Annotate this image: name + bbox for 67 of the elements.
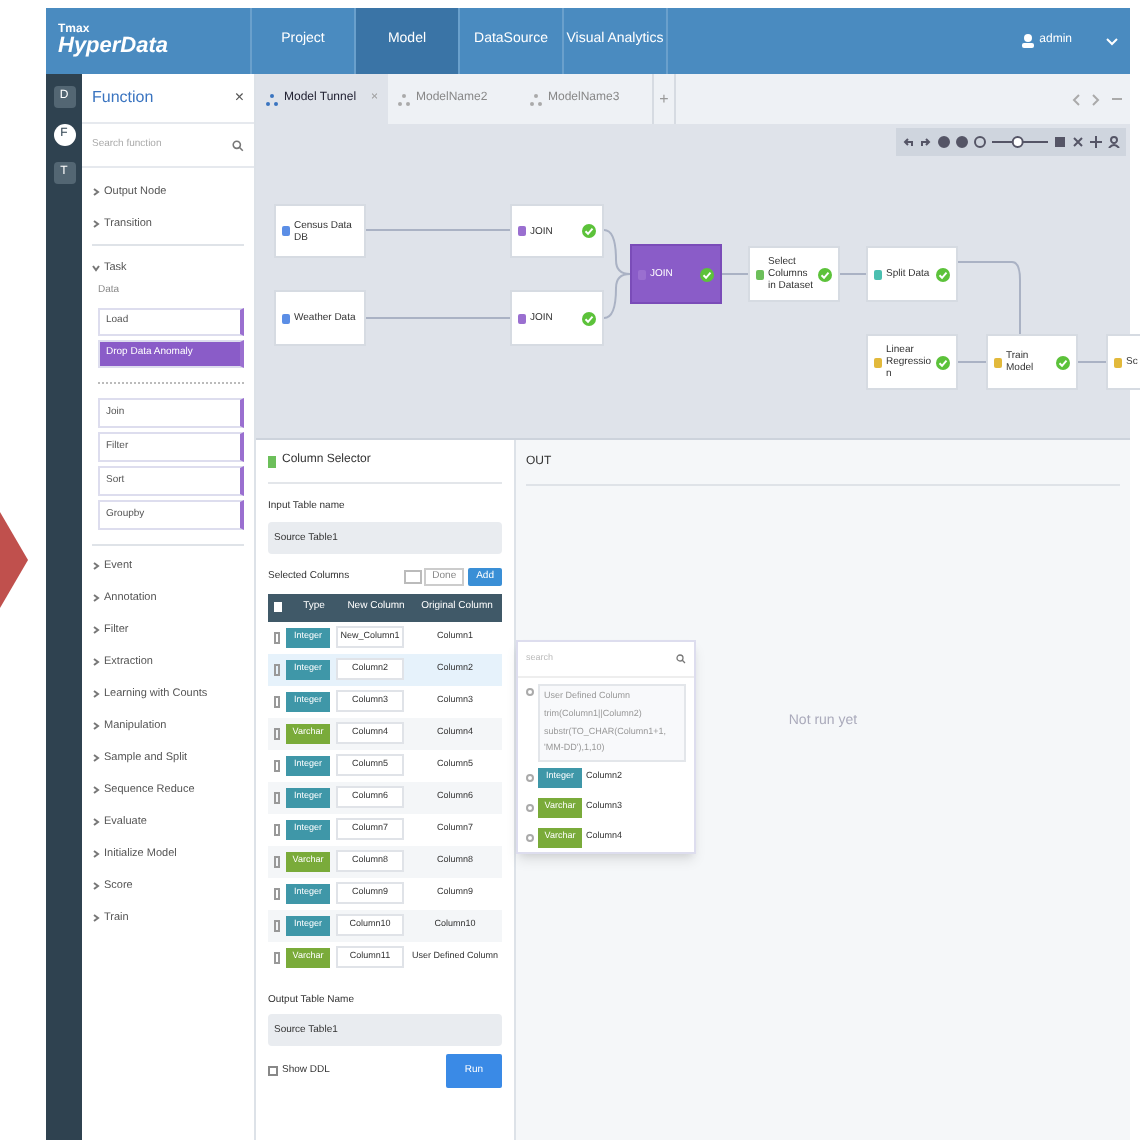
row-checkbox[interactable]	[274, 855, 280, 867]
node-type-icon	[282, 226, 290, 236]
chevron-right-icon	[92, 754, 100, 762]
radio-button[interactable]	[526, 803, 534, 811]
row-checkbox[interactable]	[274, 759, 280, 771]
logo: HyperData	[58, 36, 171, 58]
header-checkbox[interactable]	[274, 602, 282, 612]
model-icon	[530, 93, 542, 105]
chevron-right-icon	[92, 594, 100, 602]
chevron-right-icon	[92, 562, 100, 570]
grid-icon[interactable]	[1054, 136, 1066, 148]
row-checkbox[interactable]	[274, 919, 280, 931]
row-checkbox[interactable]	[274, 727, 280, 739]
row-checkbox[interactable]	[274, 663, 280, 675]
chevron-right-icon	[92, 188, 100, 196]
radio-button[interactable]	[526, 833, 534, 841]
node-type-icon	[282, 313, 290, 323]
undo-icon[interactable]	[902, 136, 914, 148]
chevron-right-icon[interactable]	[1092, 93, 1100, 105]
redo-icon[interactable]	[920, 136, 932, 148]
chevron-left-icon[interactable]	[1072, 93, 1080, 105]
connector-line	[603, 229, 631, 275]
node-type-icon	[518, 226, 526, 236]
chevron-right-icon	[92, 220, 100, 228]
user-icon[interactable]	[1108, 136, 1120, 148]
close-icon[interactable]	[1072, 136, 1084, 148]
row-checkbox[interactable]	[274, 791, 280, 803]
node-type-icon	[1114, 357, 1122, 367]
search-icon	[676, 654, 686, 664]
node-type-icon	[994, 357, 1002, 367]
search-icon	[232, 139, 244, 151]
zoom-slider[interactable]	[992, 136, 1048, 148]
chevron-right-icon	[92, 658, 100, 666]
chevron-down-icon[interactable]	[1106, 37, 1118, 45]
chevron-right-icon	[92, 626, 100, 634]
node-type-icon	[756, 269, 764, 279]
row-checkbox[interactable]	[274, 887, 280, 899]
row-checkbox[interactable]	[274, 823, 280, 835]
row-checkbox[interactable]	[274, 951, 280, 963]
model-icon	[398, 93, 410, 105]
column-selector-icon	[268, 455, 276, 467]
chevron-right-icon	[92, 722, 100, 730]
node-type-icon	[874, 269, 882, 279]
checkbox[interactable]	[268, 1066, 278, 1076]
model-icon	[266, 93, 278, 105]
move-icon[interactable]	[1090, 136, 1102, 148]
node-type-icon	[518, 313, 526, 323]
node-type-icon	[874, 357, 882, 367]
chevron-right-icon	[92, 850, 100, 858]
connector-line	[839, 273, 867, 275]
chevron-right-icon	[92, 818, 100, 826]
arrow-shape-icon	[0, 512, 28, 608]
user-icon	[1021, 34, 1034, 48]
connector-line	[603, 273, 631, 319]
row-checkbox[interactable]	[274, 695, 280, 707]
radio-button[interactable]	[526, 688, 534, 696]
chevron-right-icon	[92, 786, 100, 794]
chevron-right-icon	[92, 882, 100, 890]
close-button[interactable]: ×	[234, 86, 244, 110]
row-checkbox[interactable]	[274, 631, 280, 643]
panel-title: Function	[92, 86, 154, 110]
slider-thumb[interactable]	[1011, 136, 1024, 148]
connector-line	[721, 273, 749, 275]
chevron-down-icon	[92, 264, 100, 272]
radio-button[interactable]	[526, 773, 534, 781]
chevron-right-icon	[92, 914, 100, 922]
chevron-right-icon	[92, 690, 100, 698]
